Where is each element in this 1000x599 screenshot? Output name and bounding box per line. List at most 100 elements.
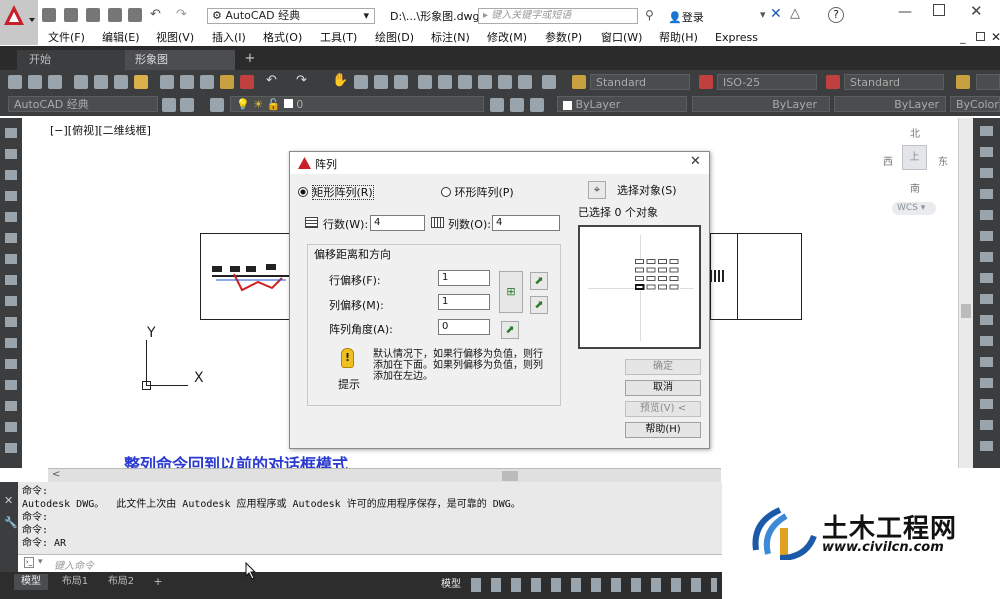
viewcube-north[interactable]: 北 — [910, 125, 920, 140]
tab-drawing[interactable]: 形象图 — [125, 50, 235, 70]
vertical-scrollbar[interactable] — [958, 118, 973, 468]
text-style-select[interactable]: Standard — [590, 74, 690, 90]
vertical-scroll-thumb[interactable] — [961, 304, 971, 318]
viewcube-top-face[interactable]: 上 — [902, 145, 927, 170]
undo-icon[interactable]: ↶ — [150, 7, 161, 22]
wcs-menu[interactable]: WCS ▾ — [892, 202, 936, 215]
markup-icon[interactable] — [498, 75, 512, 89]
horizontal-scroll-thumb[interactable] — [502, 471, 518, 481]
menu-format[interactable]: 格式(O) — [263, 30, 302, 46]
linetype-select[interactable]: ByLayer — [692, 96, 830, 112]
menu-express[interactable]: Express — [715, 30, 758, 46]
tab-layout1[interactable]: 布局1 — [54, 574, 96, 590]
help-toolbar-icon[interactable] — [542, 75, 556, 89]
preview-button[interactable]: 预览(V) < — [625, 401, 701, 417]
pick-both-offsets-button[interactable]: ⊞ — [499, 271, 523, 313]
search-input[interactable]: ▸ 键入关键字或短语 — [478, 8, 638, 24]
3d-dwf-icon[interactable] — [134, 75, 148, 89]
multileader-style-select[interactable] — [976, 74, 1000, 90]
design-center-icon[interactable] — [438, 75, 452, 89]
zoom-window-icon[interactable] — [374, 75, 388, 89]
plotstyle-select[interactable]: ByColor — [950, 96, 1000, 112]
open-icon[interactable] — [64, 8, 78, 22]
exchange-dropdown-icon[interactable]: ▾ — [760, 8, 766, 21]
lineweight-select[interactable]: ByLayer — [834, 96, 946, 112]
add-layout-button[interactable]: + — [150, 574, 166, 590]
wrench-icon[interactable]: 🔧 — [4, 516, 18, 529]
ok-button[interactable]: 确定 — [625, 359, 701, 375]
menu-edit[interactable]: 编辑(E) — [102, 30, 140, 46]
minimize-button[interactable]: — — [898, 4, 912, 20]
zoom-previous-icon[interactable] — [394, 75, 408, 89]
undo-toolbar-icon[interactable]: ↶ — [266, 73, 277, 88]
viewcube-west[interactable]: 西 — [883, 153, 893, 168]
save-file-icon[interactable] — [48, 75, 62, 89]
columns-input[interactable]: 4 — [492, 215, 560, 231]
workspace-settings-icon[interactable] — [162, 98, 176, 112]
scroll-left-icon[interactable]: < — [52, 469, 60, 480]
color-select[interactable]: ByLayer — [557, 96, 687, 112]
new-icon[interactable] — [42, 8, 56, 22]
workspace-switcher[interactable]: ⚙ AutoCAD 经典 ▾ — [207, 8, 375, 24]
copy-icon[interactable] — [180, 75, 194, 89]
table-style-select[interactable]: Standard — [844, 74, 944, 90]
horizontal-scrollbar[interactable]: < — [48, 468, 721, 482]
layer-properties-icon[interactable] — [210, 98, 224, 112]
pick-row-offset-button[interactable]: ⬈ — [530, 272, 548, 290]
dim-style-select[interactable]: ISO-25 — [717, 74, 817, 90]
dialog-close-button[interactable]: ✕ — [690, 154, 701, 169]
print-icon[interactable] — [74, 75, 88, 89]
zoom-realtime-icon[interactable] — [354, 75, 368, 89]
command-window-grip[interactable]: ✕ 🔧 — [0, 482, 18, 572]
doc-restore-button[interactable] — [976, 32, 985, 41]
properties-icon[interactable] — [418, 75, 432, 89]
binoculars-icon[interactable]: ⚲ — [645, 8, 654, 22]
tool-palettes-icon[interactable] — [458, 75, 472, 89]
viewcube-south[interactable]: 南 — [910, 180, 920, 195]
maximize-button[interactable] — [933, 4, 945, 16]
right-tool-icons[interactable] — [980, 126, 993, 456]
redo-toolbar-icon[interactable]: ↷ — [296, 73, 307, 88]
menu-help[interactable]: 帮助(H) — [659, 30, 698, 46]
rows-input[interactable]: 4 — [370, 215, 425, 231]
viewcube-east[interactable]: 东 — [938, 153, 948, 168]
login-button[interactable]: 👤登录 — [668, 9, 704, 25]
application-menu-button[interactable] — [0, 0, 38, 45]
select-objects-button[interactable]: ⌖ — [588, 181, 606, 199]
tab-layout2[interactable]: 布局2 — [100, 574, 142, 590]
help-icon[interactable]: ? — [828, 7, 844, 23]
row-offset-input[interactable]: 1 — [438, 270, 490, 286]
pick-angle-button[interactable]: ⬈ — [501, 321, 519, 339]
save-icon[interactable] — [86, 8, 100, 22]
cancel-button[interactable]: 取消 — [625, 380, 701, 396]
match-properties-icon[interactable] — [220, 75, 234, 89]
redo-icon[interactable]: ↷ — [176, 7, 187, 22]
menu-file[interactable]: 文件(F) — [48, 30, 85, 46]
make-current-icon[interactable] — [490, 98, 504, 112]
exchange-icon[interactable]: ✕ — [770, 6, 782, 22]
menu-draw[interactable]: 绘图(D) — [375, 30, 414, 46]
paste-icon[interactable] — [200, 75, 214, 89]
model-space-button[interactable]: 模型 — [441, 576, 469, 594]
close-window-button[interactable]: ✕ — [970, 2, 983, 20]
command-input[interactable]: ›_ ▾ 键入命令 — [18, 554, 722, 572]
viewport-controls[interactable]: [−][俯视][二维线框] — [50, 122, 151, 138]
menu-modify[interactable]: 修改(M) — [487, 30, 527, 46]
workspace-select[interactable]: AutoCAD 经典 — [8, 96, 158, 112]
menu-view[interactable]: 视图(V) — [156, 30, 194, 46]
saveas-icon[interactable] — [108, 8, 122, 22]
sheet-set-icon[interactable] — [478, 75, 492, 89]
polar-array-radio[interactable]: 环形阵列(P) — [441, 184, 514, 200]
quickcalc-icon[interactable] — [518, 75, 532, 89]
column-offset-input[interactable]: 1 — [438, 294, 490, 310]
block-editor-icon[interactable] — [240, 75, 254, 89]
tab-model[interactable]: 模型 — [14, 574, 48, 590]
chevron-down-icon[interactable]: ▾ — [38, 557, 43, 567]
layer-state-icon[interactable] — [530, 98, 544, 112]
print-preview-icon[interactable] — [94, 75, 108, 89]
layer-previous-icon[interactable] — [510, 98, 524, 112]
menu-insert[interactable]: 插入(I) — [212, 30, 246, 46]
tab-start[interactable]: 开始 — [17, 50, 125, 70]
menu-tools[interactable]: 工具(T) — [320, 30, 357, 46]
publish-icon[interactable] — [114, 75, 128, 89]
